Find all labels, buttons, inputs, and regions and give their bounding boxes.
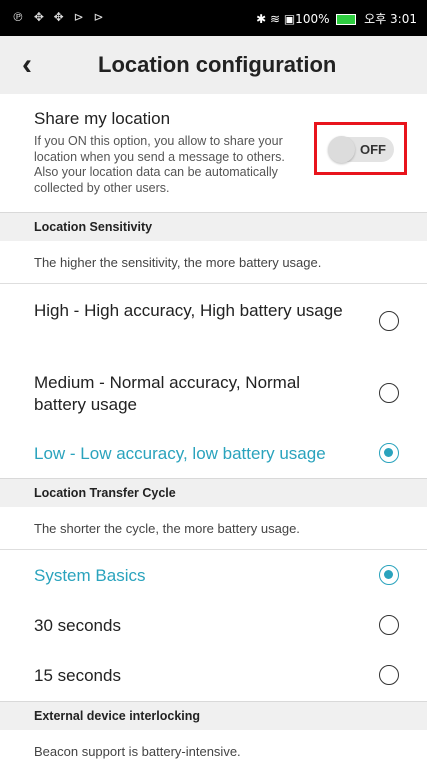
share-location-toggle[interactable]: OFF — [328, 136, 394, 163]
section-header-label: External device interlocking — [34, 709, 201, 723]
radio-icon[interactable] — [379, 383, 399, 403]
toggle-knob — [328, 136, 355, 163]
option-label: Low - Low accuracy, low battery usage — [34, 444, 326, 463]
section-header-location-transfer-cycle: Location Transfer Cycle — [0, 478, 427, 508]
option-label: 30 seconds — [34, 616, 121, 635]
radio-icon[interactable] — [379, 311, 399, 331]
share-location-description: If you ON this option, you allow to shar… — [34, 134, 285, 195]
status-time: 오후 3:01 — [364, 12, 417, 26]
status-right: ✱ ≋ ▣100% 오후 3:01 — [256, 10, 417, 27]
option-system-basics[interactable]: System Basics — [0, 550, 427, 601]
option-label: System Basics — [34, 566, 146, 585]
radio-selected-icon[interactable] — [379, 443, 399, 463]
back-arrow-icon[interactable]: ‹ — [22, 48, 52, 82]
status-bar: ℗ ✥ ✥ ⊳ ⊳ ✱ ≋ ▣100% 오후 3:01 — [0, 0, 427, 36]
status-indicators: ✱ ≋ ▣100% — [256, 12, 330, 26]
toggle-state-label: OFF — [360, 142, 386, 157]
option-label: Medium - Normal accuracy, Normal battery… — [34, 373, 301, 414]
radio-dot — [384, 570, 393, 579]
section-header-label: Location Transfer Cycle — [34, 486, 176, 500]
radio-icon[interactable] — [379, 665, 399, 685]
transfer-cycle-note-text: The shorter the cycle, the more battery … — [34, 521, 300, 536]
option-low-accuracy[interactable]: Low - Low accuracy, low battery usage — [0, 429, 427, 479]
app-bar: ‹ Location configuration — [0, 36, 427, 95]
radio-icon[interactable] — [379, 615, 399, 635]
notification-icons: ℗ ✥ ✥ ⊳ ⊳ — [12, 10, 107, 24]
section-header-location-sensitivity: Location Sensitivity — [0, 212, 427, 242]
option-15-seconds[interactable]: 15 seconds — [0, 650, 427, 702]
sensitivity-note: The higher the sensitivity, the more bat… — [0, 241, 427, 284]
section-header-label: Location Sensitivity — [34, 220, 153, 234]
page-title: Location configuration — [98, 52, 337, 77]
share-location-title: Share my location — [34, 109, 171, 128]
battery-icon — [336, 14, 357, 25]
option-normal-accuracy[interactable]: Medium - Normal accuracy, Normal battery… — [0, 357, 427, 430]
sensitivity-note-text: The higher the sensitivity, the more bat… — [34, 255, 322, 270]
option-label: 15 seconds — [34, 666, 121, 685]
radio-selected-icon[interactable] — [379, 565, 399, 585]
external-note: Beacon support is battery-intensive. — [0, 730, 427, 772]
option-high-accuracy[interactable]: High - High accuracy, High battery usage — [0, 284, 427, 358]
radio-dot — [384, 448, 393, 457]
section-header-external-device: External device interlocking — [0, 701, 427, 731]
share-location-section: Share my location If you ON this option,… — [0, 94, 427, 212]
option-label: High - High accuracy, High battery usage — [34, 301, 343, 320]
option-30-seconds[interactable]: 30 seconds — [0, 600, 427, 651]
transfer-cycle-note: The shorter the cycle, the more battery … — [0, 507, 427, 550]
